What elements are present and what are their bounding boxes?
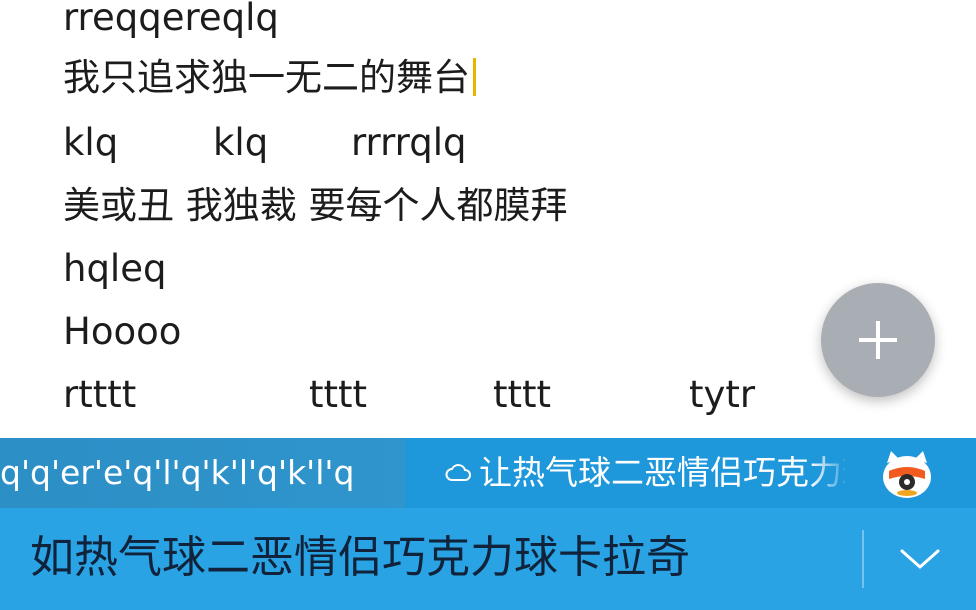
editor-line-current: 我只追求独一无二的舞台 <box>63 50 476 106</box>
candidate-fade <box>810 438 850 508</box>
expand-candidates-button[interactable] <box>890 536 950 582</box>
input-method-bar: q'q'er'e'q'l'q'k'l'q'k'l'q 让热气球二恶情侣巧克力球卡… <box>0 438 976 610</box>
candidate-divider <box>862 530 864 588</box>
editor-word: tttt <box>309 373 368 416</box>
cloud-candidate[interactable]: 让热气球二恶情侣巧克力球卡拉奇 <box>445 438 845 508</box>
editor-line: 美或丑 我独裁 要每个人都膜拜 <box>63 184 568 227</box>
cloud-candidate-text: 让热气球二恶情侣巧克力球卡拉奇 <box>479 453 845 492</box>
text-editor[interactable]: rreqqereqlq 我只追求独一无二的舞台 klq klq rrrrqlq … <box>0 0 976 440</box>
editor-word: rrrrqlq <box>351 121 467 164</box>
text-caret <box>473 57 476 96</box>
editor-word: klq <box>63 121 119 164</box>
ime-mascot-icon[interactable] <box>881 449 933 499</box>
editor-line-text: 我只追求独一无二的舞台 <box>63 56 470 99</box>
ime-composition-row: q'q'er'e'q'l'q'k'l'q'k'l'q 让热气球二恶情侣巧克力球卡… <box>0 438 976 508</box>
cloud-icon <box>445 464 471 481</box>
editor-word: tttt <box>493 373 552 416</box>
chevron-down-icon <box>900 549 940 569</box>
main-candidate[interactable]: 如热气球二恶情侣巧克力球卡拉奇 <box>30 508 690 610</box>
editor-line: rreqqereqlq <box>63 0 279 39</box>
editor-word: rtttt <box>63 373 137 416</box>
plus-icon <box>859 321 897 359</box>
pinyin-composition[interactable]: q'q'er'e'q'l'q'k'l'q'k'l'q <box>0 438 405 508</box>
ime-candidate-row: 如热气球二恶情侣巧克力球卡拉奇 <box>0 508 976 610</box>
editor-word: tytr <box>689 373 756 416</box>
editor-line: rtttt tttt tttt tytr <box>63 367 823 423</box>
editor-line: hqleq <box>63 247 167 290</box>
editor-word: klq <box>213 121 269 164</box>
editor-line: klq klq rrrrqlq <box>63 115 663 171</box>
editor-line: Hoooo <box>63 310 182 353</box>
add-button[interactable] <box>821 283 935 397</box>
